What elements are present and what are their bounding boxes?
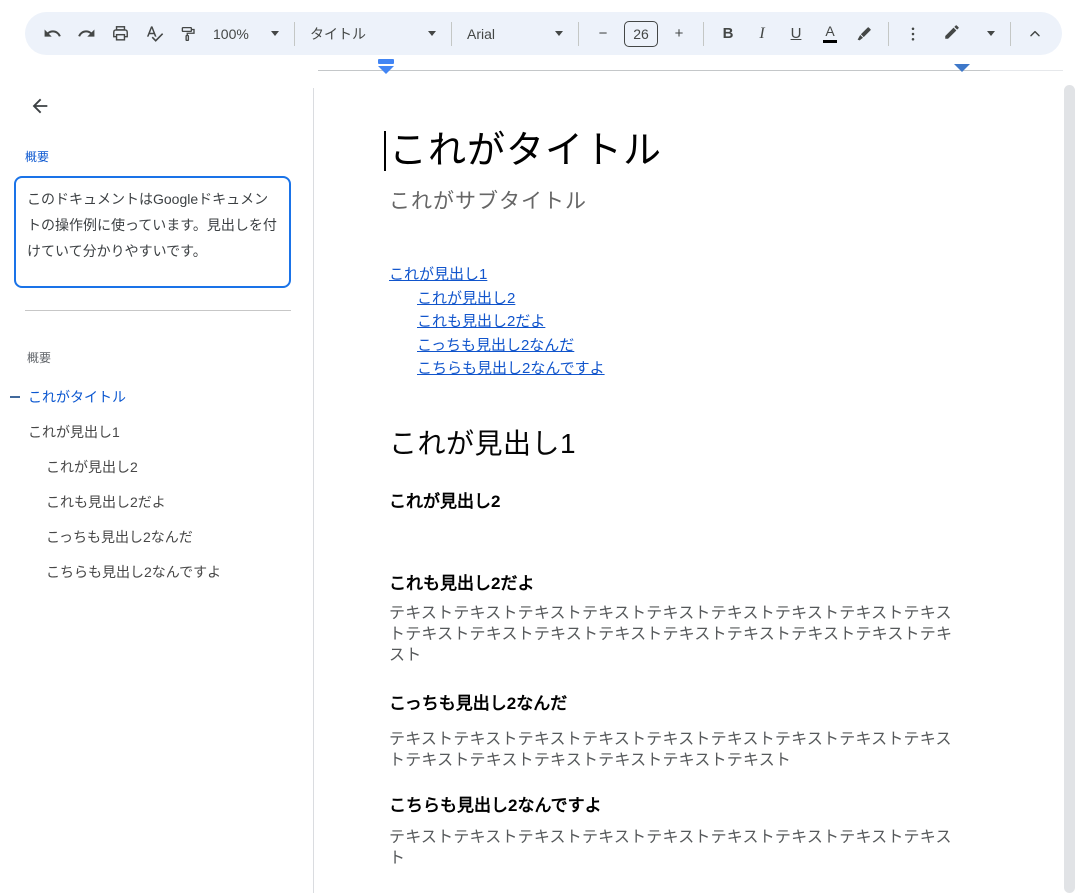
font-size-value: 26 [633,25,649,42]
spellcheck-button[interactable] [140,20,168,48]
ruler-margin [990,70,1063,71]
print-button[interactable] [106,20,134,48]
toolbar-divider [703,21,704,46]
undo-icon [43,24,62,43]
more-options-button[interactable] [899,20,927,48]
chevron-down-icon [271,31,279,36]
toc-link[interactable]: これも見出し2だよ [417,310,545,334]
left-indent-marker[interactable] [378,59,394,74]
redo-icon [77,24,96,43]
outline-header-label: 概要 [27,351,52,365]
outline-item-label: これが見出し2 [46,459,138,475]
chevron-down-icon [428,31,436,36]
paragraph-style-select[interactable]: タイトル [302,20,444,48]
document-subtitle[interactable]: これがサブタイトル [389,189,1063,215]
toolbar-divider [888,21,889,46]
table-of-contents: これが見出し1 これが見出し2 これも見出し2だよ こっちも見出し2なんだ こち… [389,263,1063,381]
document-summary-text: このドキュメントはGoogleドキュメントの操作例に使っています。見出しを付けて… [27,191,277,259]
italic-button[interactable]: I [748,20,776,48]
text-color-bar [823,40,837,43]
hide-menus-button[interactable] [1021,20,1049,48]
toc-link[interactable]: これが見出し2 [417,287,515,311]
toolbar-divider [451,21,452,46]
toc-link[interactable]: これが見出し1 [389,263,487,287]
underline-button[interactable]: U [782,20,810,48]
paint-roller-icon [179,25,197,43]
zoom-select[interactable]: 100% [205,20,287,48]
toolbar-divider [578,21,579,46]
underline-icon: U [790,25,802,42]
outline-item-heading2[interactable]: これも見出し2だよ [0,491,305,513]
document-page: これがタイトル これがサブタイトル これが見出し1 これが見出し2 これも見出し… [314,88,1063,893]
zoom-value: 100% [213,25,249,42]
outline-item-heading2[interactable]: こっちも見出し2なんだ [0,526,305,548]
document-editing-surface[interactable]: これがタイトル これがサブタイトル これが見出し1 これが見出し2 これも見出し… [314,88,1063,893]
chevron-down-icon [987,31,995,36]
vertical-scrollbar-thumb[interactable] [1064,85,1075,893]
outline-item-heading2[interactable]: これが見出し2 [0,456,305,478]
plus-icon: + [674,25,684,42]
text-color-icon: A [825,23,835,39]
heading-2[interactable]: こっちも見出し2なんだ [389,692,1063,716]
outline-item-label: こっちも見出し2なんだ [46,529,193,545]
toc-link[interactable]: こっちも見出し2なんだ [417,334,574,358]
document-outline: これがタイトル これが見出し1 これが見出し2 これも見出し2だよ こっちも見出… [0,386,305,596]
sidebar-divider [25,310,291,311]
document-title-text: これがタイトル [389,130,663,172]
redo-button[interactable] [72,20,100,48]
close-outline-button[interactable] [26,94,54,122]
highlighter-icon [855,25,873,43]
left-indent-icon [378,66,394,74]
increase-font-size-button[interactable]: + [665,20,693,48]
body-paragraph[interactable]: テキストテキストテキストテキストテキストテキストテキストテキストテキストテキスト… [389,603,959,666]
text-color-button[interactable]: A [816,20,844,48]
editing-pen-icon [943,23,961,44]
text-cursor [384,131,386,171]
outline-item-title[interactable]: これがタイトル [0,386,305,408]
font-family-value: Arial [467,25,496,42]
outline-item-heading1[interactable]: これが見出し1 [0,421,305,443]
minus-icon: − [598,25,608,42]
heading-1[interactable]: これが見出し1 [389,426,1063,462]
paint-format-button[interactable] [174,20,202,48]
body-paragraph[interactable]: テキストテキストテキストテキストテキストテキストテキストテキストテキスト [389,827,959,869]
paragraph-style-value: タイトル [310,25,366,42]
chevron-down-icon [555,31,563,36]
decrease-font-size-button[interactable]: − [589,20,617,48]
toc-link[interactable]: こちらも見出し2なんですよ [417,357,605,381]
toolbar-divider [294,21,295,46]
right-indent-marker[interactable] [954,64,970,72]
toolbar-divider [1010,21,1011,46]
italic-icon: I [759,24,765,42]
undo-button[interactable] [38,20,66,48]
bold-icon: B [722,25,734,42]
outline-item-label: これがタイトル [28,389,126,405]
outline-item-heading2[interactable]: こちらも見出し2なんですよ [0,561,305,583]
first-line-indent-icon [378,59,394,64]
editing-mode-select[interactable] [935,20,1003,48]
document-title[interactable]: これがタイトル [384,128,1063,174]
heading-2[interactable]: これも見出し2だよ [389,572,1063,596]
font-family-select[interactable]: Arial [459,20,571,48]
highlight-color-button[interactable] [850,20,878,48]
heading-2[interactable]: こちらも見出し2なんですよ [389,794,1063,818]
spellcheck-icon [145,24,164,43]
arrow-left-icon [29,95,51,122]
collapse-outline-icon[interactable] [10,396,20,398]
font-size-input[interactable]: 26 [624,20,658,47]
bold-button[interactable]: B [714,20,742,48]
more-vert-icon [904,25,922,43]
print-icon [111,24,130,43]
outline-item-label: これが見出し1 [28,424,120,440]
outline-item-label: こちらも見出し2なんですよ [46,564,222,580]
body-paragraph[interactable]: テキストテキストテキストテキストテキストテキストテキストテキストテキストテキスト… [389,729,959,771]
chevron-up-icon [1027,26,1043,42]
toolbar: 100% タイトル Arial − 26 + B I U A [25,12,1062,55]
summary-section-label: 概要 [25,150,50,164]
outline-item-label: これも見出し2だよ [46,494,166,510]
heading-2[interactable]: これが見出し2 [389,490,1063,514]
document-summary-input[interactable]: このドキュメントはGoogleドキュメントの操作例に使っています。見出しを付けて… [14,176,291,288]
ruler [318,70,990,71]
